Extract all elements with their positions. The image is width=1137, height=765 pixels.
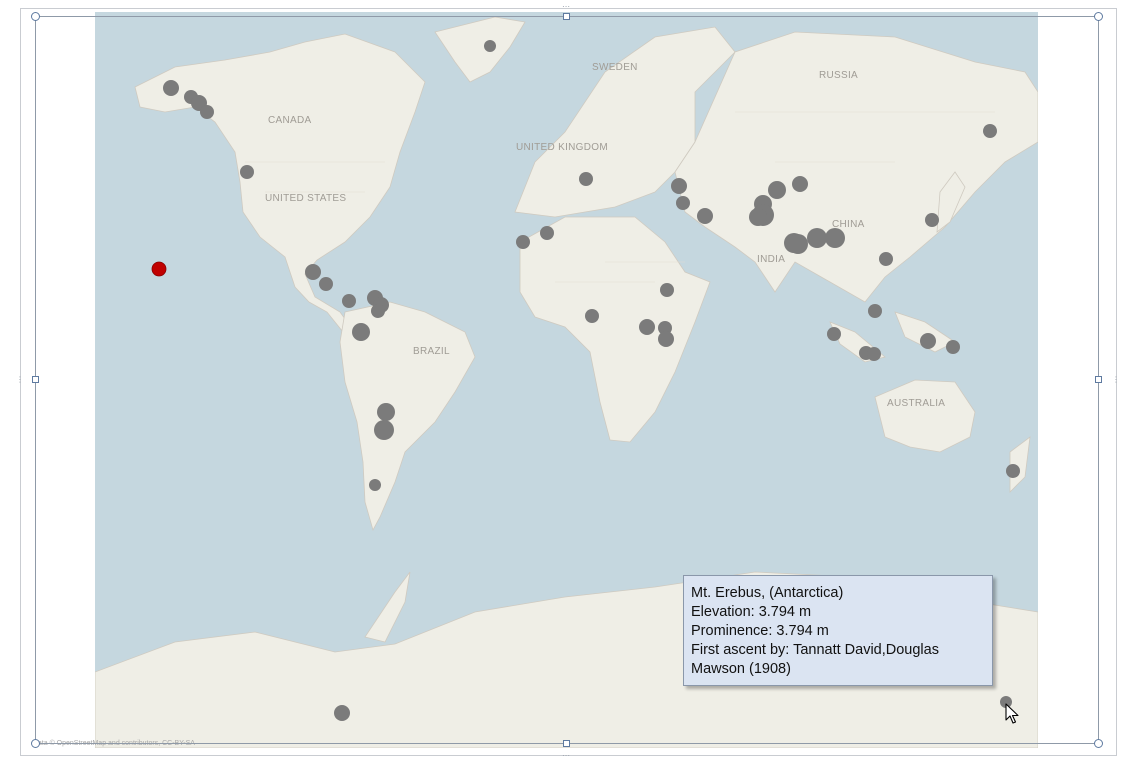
frame-grip-top[interactable]: ⋯ — [562, 3, 570, 11]
resize-handle-bottom-right[interactable] — [1094, 739, 1103, 748]
resize-handle-top-right[interactable] — [1094, 12, 1103, 21]
peak-tooltip: Mt. Erebus, (Antarctica) Elevation: 3.79… — [683, 575, 993, 686]
resize-handle-right[interactable] — [1095, 376, 1102, 383]
resize-handle-bottom[interactable] — [563, 740, 570, 747]
tooltip-elevation: Elevation: 3.794 m — [691, 604, 812, 620]
frame-grip-bottom[interactable]: ⋯ — [562, 752, 570, 760]
mouse-pointer-icon — [1005, 703, 1019, 724]
frame-grip-right[interactable]: ⋮ — [1112, 376, 1120, 384]
resize-handle-top-left[interactable] — [31, 12, 40, 21]
resize-handle-bottom-left[interactable] — [31, 739, 40, 748]
tooltip-peak-name: Mt. Erebus, (Antarctica) — [691, 585, 844, 601]
resize-handle-left[interactable] — [32, 376, 39, 383]
frame-grip-left[interactable]: ⋮ — [16, 376, 24, 384]
tooltip-prominence: Prominence: 3.794 m — [691, 623, 829, 639]
resize-handle-top[interactable] — [563, 13, 570, 20]
tooltip-first-ascent: First ascent by: Tannatt David,Douglas — [691, 642, 939, 658]
tooltip-first-ascent-cont: Mawson (1908) — [691, 661, 791, 677]
